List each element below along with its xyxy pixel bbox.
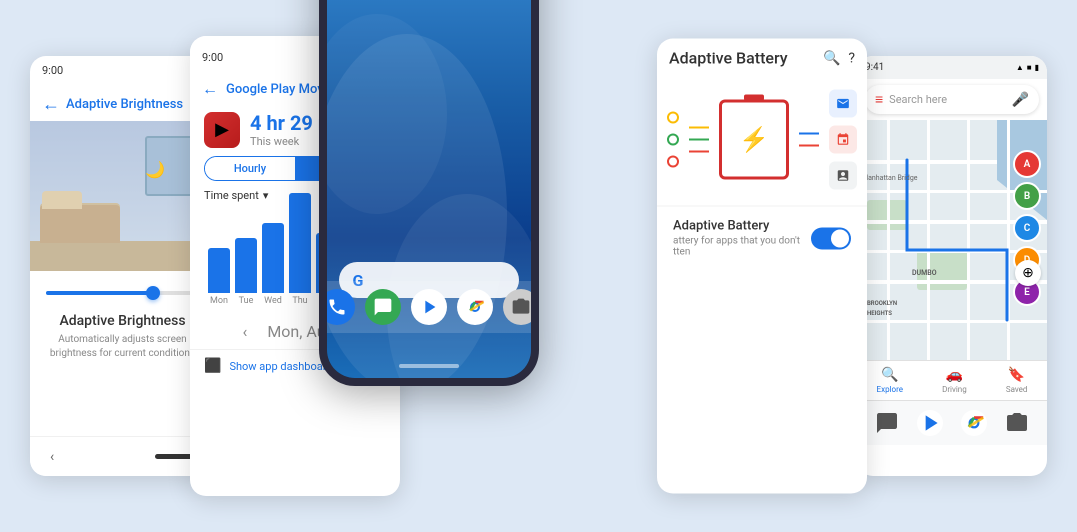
phone-dock [319,281,539,333]
toggle-knob [831,229,849,247]
bar-wed: Wed [262,223,284,306]
bar-mon-bar [208,248,230,293]
dock-play-icon[interactable] [411,289,447,325]
brightness-slider[interactable] [30,271,215,305]
battery-header-icons: 🔍 ? [823,50,855,66]
battery-header: Adaptive Battery 🔍 ? [657,39,867,74]
saved-icon: 🔖 [1008,367,1025,383]
maps-status-icons: ▲ ■ ▮ [1016,63,1039,72]
phone-home-pill[interactable] [399,364,459,368]
maps-dock-camera[interactable] [1001,407,1033,439]
movies-app-icon: ▶ [204,112,240,148]
maps-dock-play[interactable] [914,407,946,439]
bolt-icon: ⚡ [739,126,769,154]
explore-icon: 🔍 [881,367,898,383]
battery-search-icon[interactable]: 🔍 [823,50,840,66]
movies-back-icon[interactable]: ← [202,79,218,99]
center-phone: 9:00 ▲ ■ ▮ Monday, Aug 6 🌙 85°F G [319,0,539,386]
app-icon-3 [829,162,857,190]
maps-dock-chrome[interactable] [958,407,990,439]
svg-text:BROOKLYN: BROOKLYN [867,300,897,307]
screen-adaptive-brightness: 9:00 ← Adaptive Brightness 🌙 [30,56,215,476]
tab-hourly[interactable]: Hourly [205,157,295,180]
date-prev-icon[interactable]: ‹ [243,322,248,341]
dropdown-icon: ▾ [263,189,269,202]
maps-right-buttons: ⊕ [1015,260,1041,290]
battery-help-icon[interactable]: ? [848,50,855,66]
maps-tab-explore[interactable]: 🔍 Explore [877,367,903,394]
bar-tue: Tue [235,238,257,306]
avatar-1: A [1013,150,1041,178]
battery-setting-title: Adaptive Battery [673,219,800,234]
bar-thu-bar [289,193,311,293]
battery-setting-desc: attery for apps that you don't tten [673,236,800,258]
show-dashboard-label[interactable]: Show app dashboard [229,360,332,373]
dock-camera-icon[interactable] [503,289,539,325]
maps-bottom-tabs: 🔍 Explore 🚗 Driving 🔖 Saved [857,360,1047,400]
ab-back-icon[interactable]: ← [42,94,60,115]
screens-container: 9:00 ← Adaptive Brightness 🌙 [0,0,1077,532]
ab-label: Adaptive Brightness [30,305,215,333]
maps-search-text: Search here [889,93,1005,106]
dock-phone-icon[interactable] [319,289,355,325]
movies-time: 9:00 [202,51,223,64]
ab-time: 9:00 [42,64,63,77]
svg-text:Manhattan Bridge: Manhattan Bridge [862,174,918,182]
ab-desc: Automatically adjusts screen brightness … [30,333,215,373]
maps-menu-icon[interactable]: ≡ [875,91,883,108]
dock-chrome-icon[interactable] [457,289,493,325]
dashboard-icon: ⬛ [204,358,221,374]
bar-tue-bar [235,238,257,293]
map-view[interactable]: Manhattan Bridge DUMBO BROOKLYN HEIGHTS … [857,120,1047,360]
maps-tab-saved[interactable]: 🔖 Saved [1006,367,1028,394]
phone-inner: 9:00 ▲ ■ ▮ Monday, Aug 6 🌙 85°F G [327,0,531,378]
ab-title: Adaptive Brightness [66,97,183,112]
app-icon-1 [829,90,857,118]
bar-thu: Thu [289,193,311,306]
avatar-2: B [1013,182,1041,210]
bar-wed-bar [262,223,284,293]
avatar-3: C [1013,214,1041,242]
svg-text:DUMBO: DUMBO [912,269,937,277]
screen-maps: 9:41 ▲ ■ ▮ ≡ Search here 🎤 [857,56,1047,476]
maps-tab-driving[interactable]: 🚗 Driving [942,367,967,394]
maps-signal-icon: ■ [1027,63,1032,72]
battery-main-icon: ⚡ [719,100,789,180]
bar-mon: Mon [208,248,230,306]
maps-mic-icon[interactable]: 🎤 [1012,92,1029,108]
maps-wifi-icon: ▲ [1016,63,1024,72]
maps-dock [857,400,1047,445]
moon-icon: 🌙 [145,160,165,179]
maps-dock-messages[interactable] [871,407,903,439]
nav-back-chevron[interactable]: ‹ [50,449,54,465]
dock-messages-icon[interactable] [365,289,401,325]
movies-icon-symbol: ▶ [215,119,229,140]
driving-icon: 🚗 [946,367,963,383]
svg-text:HEIGHTS: HEIGHTS [867,310,892,317]
maps-battery-icon: ▮ [1035,63,1039,72]
battery-toggle[interactable] [811,227,851,249]
maps-search-bar[interactable]: ≡ Search here 🎤 [865,85,1039,114]
screen-adaptive-battery: Adaptive Battery 🔍 ? ⚡ [657,39,867,494]
maps-time: 9:41 [865,62,884,73]
maps-gps-icon[interactable]: ⊕ [1015,260,1041,286]
battery-title: Adaptive Battery [669,49,788,68]
nav-pill[interactable] [155,454,195,459]
app-icon-2 [829,126,857,154]
ab-bottom-nav: ‹ [30,436,215,476]
battery-setting-row: Adaptive Battery attery for apps that yo… [657,206,867,270]
